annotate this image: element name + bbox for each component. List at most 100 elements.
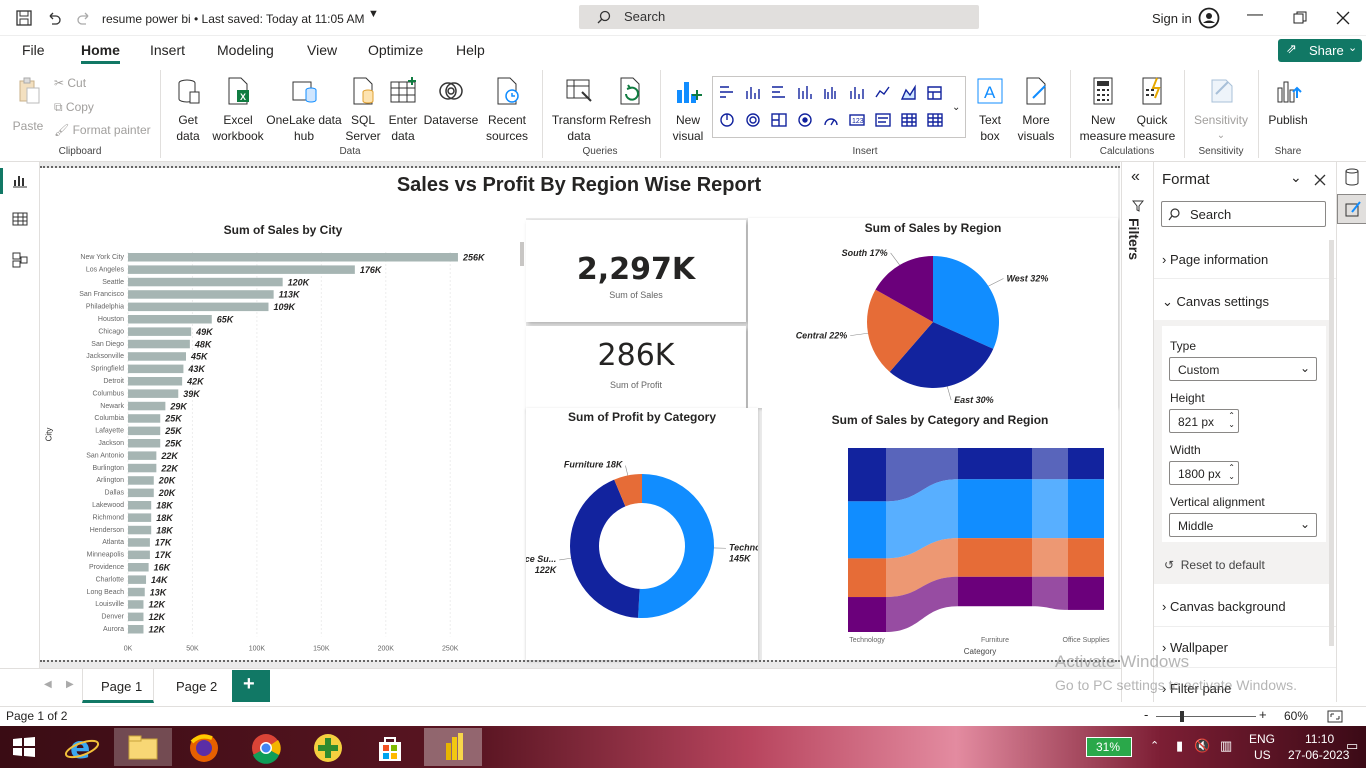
collapse-icon[interactable]: ⌄ [1290,169,1302,186]
model-view-icon[interactable] [12,252,28,268]
battery-indicator[interactable]: 31% [1086,737,1132,757]
close-icon[interactable] [1336,11,1350,25]
clock-time[interactable]: 11:10 [1305,732,1334,746]
chevron-down-icon[interactable]: ▼ [368,8,379,20]
ie-icon[interactable]: e [62,730,102,766]
section-canvas-background[interactable]: › Canvas background [1162,599,1286,614]
firefox-icon[interactable] [186,730,222,769]
kpi-card-sales[interactable]: 2,297K Sum of Sales [526,220,746,322]
sign-in-link[interactable]: Sign in [1152,11,1192,26]
excel-workbook-button[interactable]: X Excel workbook [210,76,266,144]
bar [128,439,160,448]
expand-icon[interactable]: « [1131,168,1140,186]
gallery-expand-icon[interactable]: ⌄ [952,102,960,113]
kpi-card-profit[interactable]: 286K Sum of Profit [526,326,746,410]
mute-icon[interactable]: 🔇 [1194,738,1210,754]
prev-page-icon[interactable]: ◀ [44,679,52,690]
menu-help[interactable]: Help [456,42,485,58]
share-button[interactable]: ⇗ Share ⌄ [1278,39,1362,62]
app-plus-icon[interactable] [310,730,346,769]
text-box-button[interactable]: A Text box [972,76,1008,144]
power-bi-icon[interactable] [424,728,482,766]
stepper-icon[interactable]: ⌃⌄ [1228,463,1235,481]
minimize-icon[interactable]: — [1247,6,1263,24]
height-input[interactable]: 821 px⌃⌄ [1169,409,1239,433]
section-page-information[interactable]: › Page information [1162,252,1268,267]
close-icon[interactable] [1314,174,1326,186]
battery-icon[interactable]: ▮ [1176,738,1183,754]
chart-scrollbar[interactable] [520,242,524,266]
page-tab-1[interactable]: Page 1 [82,669,154,703]
enter-data-button[interactable]: Enter data [384,76,422,144]
sql-server-button[interactable]: SQL Server [343,76,383,144]
category-region-ribbon-chart[interactable]: Sum of Sales by Category and Region Tech… [762,408,1118,660]
new-visual-button[interactable]: New visual [668,76,708,144]
chrome-icon[interactable] [248,730,284,769]
menu-optimize[interactable]: Optimize [368,42,423,58]
zoom-out-icon[interactable]: - [1144,707,1148,722]
reset-to-default-button[interactable]: ↺ Reset to default [1164,558,1265,572]
transform-data-button[interactable]: Transform data [550,76,608,144]
recent-sources-button[interactable]: Recent sources [480,76,534,144]
save-icon[interactable] [16,10,32,26]
report-view-icon[interactable] [12,174,28,188]
language-code[interactable]: ENG [1249,732,1275,746]
stepper-icon[interactable]: ⌃⌄ [1228,411,1235,429]
copy-button[interactable]: ⧉ Copy [54,100,94,115]
category-donut-chart[interactable]: Sum of Profit by Category Technology145K… [526,408,758,660]
windows-start-icon[interactable] [12,736,36,758]
format-search-input[interactable]: Search [1161,201,1326,227]
user-avatar-icon[interactable] [1198,7,1220,29]
fit-to-page-icon[interactable] [1327,710,1343,723]
format-painter-button[interactable]: 🖌 Format painter [54,123,151,137]
city-bar-chart[interactable]: Sum of Sales by City City 0K50K100K150K2… [40,218,526,660]
filters-pane-collapsed[interactable]: « Filters [1121,162,1153,702]
publish-button[interactable]: Publish [1264,76,1312,128]
search-box[interactable]: Search [579,5,979,29]
region-pie-chart[interactable]: Sum of Sales by Region West 32%East 30%C… [748,218,1118,408]
add-page-button[interactable]: + [232,670,270,702]
sensitivity-button[interactable]: Sensitivity ⌄ [1190,76,1252,144]
width-input[interactable]: 1800 px⌃⌄ [1169,461,1239,485]
dataverse-button[interactable]: Dataverse [422,76,480,128]
zoom-slider-thumb[interactable] [1180,711,1184,722]
table-view-icon[interactable] [12,212,28,226]
ribbon-band [1032,577,1068,610]
tray-chevron-icon[interactable]: ⌃ [1150,739,1159,752]
quick-measure-button[interactable]: Quick measure [1128,76,1176,144]
refresh-button[interactable]: Refresh [608,76,652,128]
section-canvas-settings[interactable]: ⌄ Canvas settings [1162,294,1269,310]
undo-icon[interactable] [46,10,62,26]
onelake-button[interactable]: OneLake data hub [266,76,342,144]
get-data-button[interactable]: Get data [168,76,208,144]
clock-date[interactable]: 27-06-2023 [1288,748,1349,762]
visual-gallery[interactable]: 123 [712,76,966,138]
more-visuals-button[interactable]: More visuals [1010,76,1062,144]
menu-view[interactable]: View [307,42,337,58]
paste-button[interactable]: Paste [10,76,46,134]
cut-button[interactable]: ✂ Cut [54,76,86,90]
format-pane-tab[interactable] [1337,194,1366,224]
data-pane-icon[interactable] [1344,168,1360,186]
svg-text:X: X [240,92,246,102]
language-region[interactable]: US [1254,748,1271,762]
zoom-in-icon[interactable]: + [1259,707,1267,722]
store-icon[interactable] [372,730,408,769]
format-scrollbar[interactable] [1329,240,1334,646]
network-icon[interactable]: ▥ [1220,738,1232,754]
zoom-slider[interactable] [1156,716,1256,717]
menu-modeling[interactable]: Modeling [217,42,274,58]
file-explorer-icon[interactable] [114,728,172,766]
vertical-alignment-dropdown[interactable]: Middle⌄ [1169,513,1317,537]
menu-insert[interactable]: Insert [150,42,185,58]
menu-file[interactable]: File [22,42,45,58]
menu-home[interactable]: Home [81,42,120,58]
page-tab-2[interactable]: Page 2 [160,669,228,703]
title-card[interactable]: Sales vs Profit By Region Wise Report [40,168,1118,218]
restore-icon[interactable] [1293,11,1307,25]
redo-icon[interactable] [76,10,92,26]
new-measure-button[interactable]: New measure [1078,76,1128,144]
type-dropdown[interactable]: Custom⌄ [1169,357,1317,381]
notifications-icon[interactable]: ▭ [1346,738,1358,754]
next-page-icon[interactable]: ▶ [66,679,74,690]
